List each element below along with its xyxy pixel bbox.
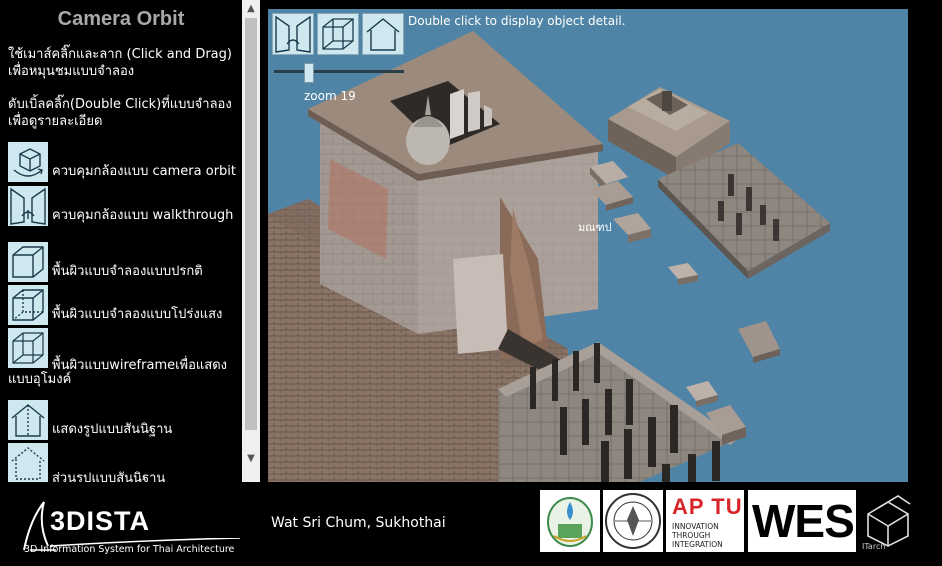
wireframe-cube-icon[interactable]: [8, 328, 48, 368]
aptu-line2: THROUGH: [672, 531, 711, 540]
walkthrough-icon: [275, 15, 311, 53]
object-label-mondop[interactable]: มณฑป: [578, 218, 612, 236]
panel-scrollbar[interactable]: ▲ ▼: [242, 0, 260, 482]
walkthrough-icon[interactable]: [8, 186, 48, 226]
brand-name: 3DISTA: [50, 506, 151, 536]
transparent-cube-icon[interactable]: [8, 285, 48, 325]
orbit-cube-icon[interactable]: [8, 142, 48, 182]
wes-logo: WES: [748, 490, 856, 552]
menu-transparent-surface[interactable]: พื้นผิวแบบจำลองแบบโปร่งแสง: [8, 285, 242, 327]
itarch-label: ITarch: [862, 542, 886, 551]
house-icon: [366, 18, 400, 51]
menu-walkthrough-label: ควบคุมกล้องแบบ walkthrough: [52, 208, 234, 223]
zoom-slider-thumb[interactable]: [304, 63, 314, 83]
walkthrough-view-button[interactable]: [272, 13, 314, 55]
wireframe-view-button[interactable]: [317, 13, 359, 55]
aptu-line3: INTEGRATION: [672, 540, 723, 549]
menu-solid-label: พื้นผิวแบบจำลองแบบปรกติ: [52, 264, 203, 279]
aptu-title: AP TU: [672, 494, 743, 519]
side-panel: Camera Orbit ใช้เมาส์คลิ๊กและลาก (Click …: [0, 0, 262, 482]
zoom-label: zoom 19: [304, 89, 356, 103]
scroll-thumb[interactable]: [245, 18, 257, 430]
menu-solid-surface[interactable]: พื้นผิวแบบจำลองแบบปรกติ: [8, 242, 242, 284]
itarch-cube-icon: [867, 495, 911, 547]
panel-scroll-area[interactable]: ใช้เมาส์คลิ๊กและลาก (Click and Drag) เพื…: [0, 40, 242, 482]
wes-text: WES: [752, 495, 855, 547]
viewport-hint: Double click to display object detail.: [408, 14, 626, 28]
house-icon[interactable]: [8, 400, 48, 440]
wireframe-cube-icon: [322, 18, 354, 50]
doubleclick-instruction: ดับเบิ้ลคลิ๊ก(Double Click)ที่แบบจำลอง เ…: [8, 97, 232, 129]
3dista-logo: 3DISTA 3D Information System for Thai Ar…: [20, 494, 240, 558]
model-viewport[interactable]: Double click to display object detail. z…: [268, 9, 908, 487]
scroll-down-icon[interactable]: ▼: [242, 450, 260, 468]
aptu-logo: AP TU INNOVATION THROUGH INTEGRATION: [666, 490, 744, 552]
menu-camera-orbit[interactable]: ควบคุมกล้องแบบ camera orbit: [8, 142, 242, 184]
menu-transparent-label: พื้นผิวแบบจำลองแบบโปร่งแสง: [52, 307, 223, 322]
menu-assumed-form[interactable]: แสดงรูปแบบสันนิฐาน: [8, 400, 242, 442]
menu-assumed-form-label: แสดงรูปแบบสันนิฐาน: [52, 422, 173, 437]
partner-logo-2: [603, 490, 663, 552]
scroll-up-icon[interactable]: ▲: [242, 0, 260, 18]
temple-3d-model[interactable]: [268, 9, 908, 487]
assumed-form-view-button[interactable]: [362, 13, 404, 55]
menu-wireframe-label-cont: แบบอุโมงค์: [8, 372, 72, 387]
aptu-line1: INNOVATION: [672, 522, 719, 531]
solid-cube-icon[interactable]: [8, 242, 48, 282]
zoom-slider-track[interactable]: [274, 70, 404, 73]
partial-house-icon[interactable]: [8, 443, 48, 482]
panel-title: Camera Orbit: [57, 8, 185, 30]
menu-partial-assumed-label: ส่วนรูปแบบสันนิฐาน: [52, 471, 166, 482]
site-name: Wat Sri Chum, Sukhothai: [271, 515, 446, 531]
water-tree-emblem-icon: [547, 497, 593, 547]
menu-camera-orbit-label: ควบคุมกล้องแบบ camera orbit: [52, 164, 236, 179]
footer: 3DISTA 3D Information System for Thai Ar…: [0, 482, 942, 566]
university-seal-icon: [605, 493, 661, 549]
menu-walkthrough[interactable]: ควบคุมกล้องแบบ walkthrough: [8, 186, 242, 228]
drag-instruction: ใช้เมาส์คลิ๊กและลาก (Click and Drag) เพื…: [8, 47, 232, 79]
aptu-tagline: INNOVATION THROUGH INTEGRATION: [672, 522, 723, 549]
partner-logo-1: [540, 490, 600, 552]
brand-subtitle: 3D Information System for Thai Architect…: [24, 544, 235, 555]
menu-partial-assumed[interactable]: ส่วนรูปแบบสันนิฐาน: [8, 443, 242, 482]
